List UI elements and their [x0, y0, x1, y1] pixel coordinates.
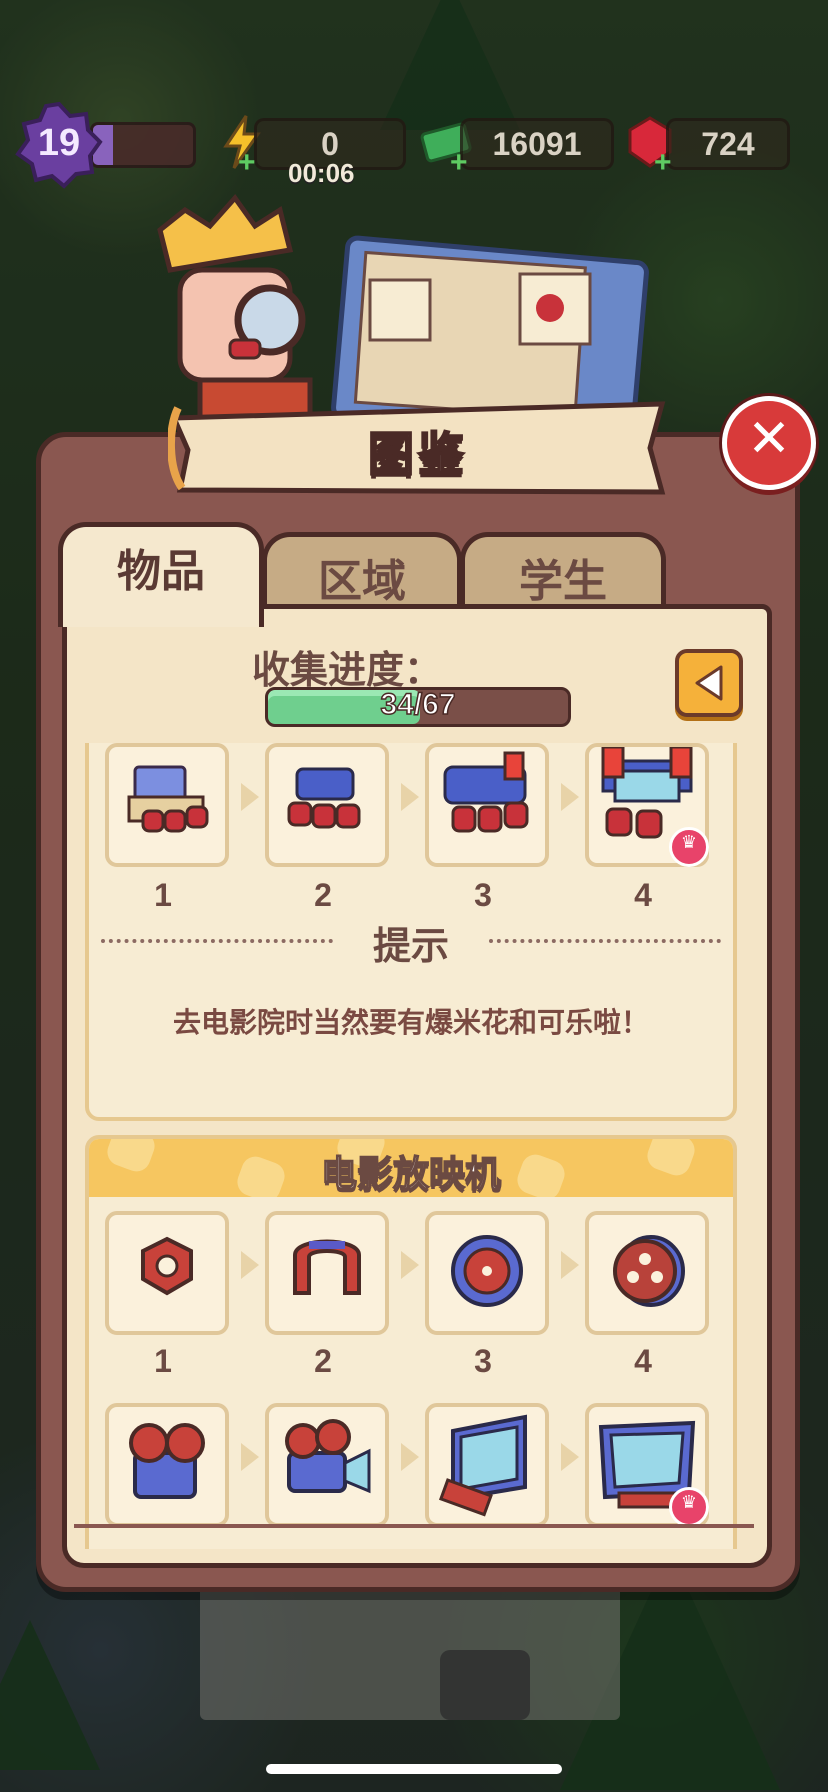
energy-plus-icon[interactable]: +: [238, 146, 256, 180]
collection-scroll-area[interactable]: ♛ 1 2 3 4 提示 去电影院时当然要有爆米花和可乐啦！ 电影放映机 1 2…: [79, 743, 749, 1549]
item-card-3[interactable]: [425, 1211, 549, 1335]
progress-bar: 34/67: [265, 687, 571, 727]
arrow-right-icon: [561, 783, 579, 811]
arrow-right-icon: [241, 783, 259, 811]
level-label: 2: [314, 877, 332, 913]
arrow-right-icon: [401, 783, 419, 811]
hint-text: 去电影院时当然要有爆米花和可乐啦！: [172, 1006, 649, 1039]
progress-label: 收集进度：: [251, 648, 442, 692]
close-icon: ✕: [747, 409, 791, 469]
arrow-right-icon: [561, 1443, 579, 1471]
level-badge[interactable]: 19: [14, 100, 104, 190]
crown-icon: ♛: [669, 827, 709, 867]
crown-icon: ♛: [669, 1487, 709, 1527]
status-bar: 19 0 + 00:06 16091 + 724 +: [0, 101, 828, 189]
arrow-right-icon: [401, 1251, 419, 1279]
collection-sheet: 收集进度： 34/67 ♛ 1 2 3 4 提示 去电影院时当然要有爆米花和可乐…: [62, 604, 772, 1568]
item-card-5[interactable]: [105, 1403, 229, 1527]
level-label: 4: [634, 877, 652, 913]
panel-title: 图鉴: [367, 426, 468, 482]
level-label: 1: [154, 1343, 172, 1379]
item-card-2[interactable]: [265, 743, 389, 867]
arrow-right-icon: [241, 1443, 259, 1471]
cash-plus-icon[interactable]: +: [450, 146, 468, 180]
level-label: 3: [474, 877, 492, 913]
group-title: 电影放映机: [320, 1153, 502, 1196]
collapse-button[interactable]: [675, 649, 743, 717]
level-number: 19: [37, 122, 81, 164]
arrow-right-icon: [241, 1251, 259, 1279]
item-card-1[interactable]: [105, 743, 229, 867]
item-card-2[interactable]: [265, 1211, 389, 1335]
xp-bar: [90, 122, 196, 168]
level-label: 4: [634, 1343, 652, 1379]
arrow-right-icon: [401, 1443, 419, 1471]
energy-timer: 00:06: [288, 158, 355, 188]
divider: [489, 939, 721, 943]
item-card-3[interactable]: [425, 743, 549, 867]
item-card-7[interactable]: [425, 1403, 549, 1527]
level-label: 1: [154, 877, 172, 913]
progress-text: 34/67: [380, 688, 457, 722]
group-header: 电影放映机: [89, 1139, 733, 1197]
home-indicator[interactable]: [266, 1764, 562, 1774]
cash-value: 16091: [460, 118, 614, 170]
arrow-right-icon: [561, 1251, 579, 1279]
item-card-1[interactable]: [105, 1211, 229, 1335]
close-button[interactable]: ✕: [722, 396, 816, 490]
item-card-8[interactable]: ♛: [585, 1403, 709, 1527]
level-label: 3: [474, 1343, 492, 1379]
item-card-6[interactable]: [265, 1403, 389, 1527]
gem-value: 724: [666, 118, 790, 170]
gem-plus-icon[interactable]: +: [654, 146, 672, 180]
item-group-projector: 电影放映机 1 2 3 4 ♛: [85, 1135, 737, 1549]
triangle-left-icon: [695, 665, 723, 701]
item-card-4[interactable]: ♛: [585, 743, 709, 867]
tab-items[interactable]: 物品: [58, 522, 264, 627]
level-label: 2: [314, 1343, 332, 1379]
scroll-indicator: [74, 1524, 754, 1528]
item-card-4[interactable]: [585, 1211, 709, 1335]
item-group-cinema-seats: ♛ 1 2 3 4 提示 去电影院时当然要有爆米花和可乐啦！: [85, 743, 737, 1121]
